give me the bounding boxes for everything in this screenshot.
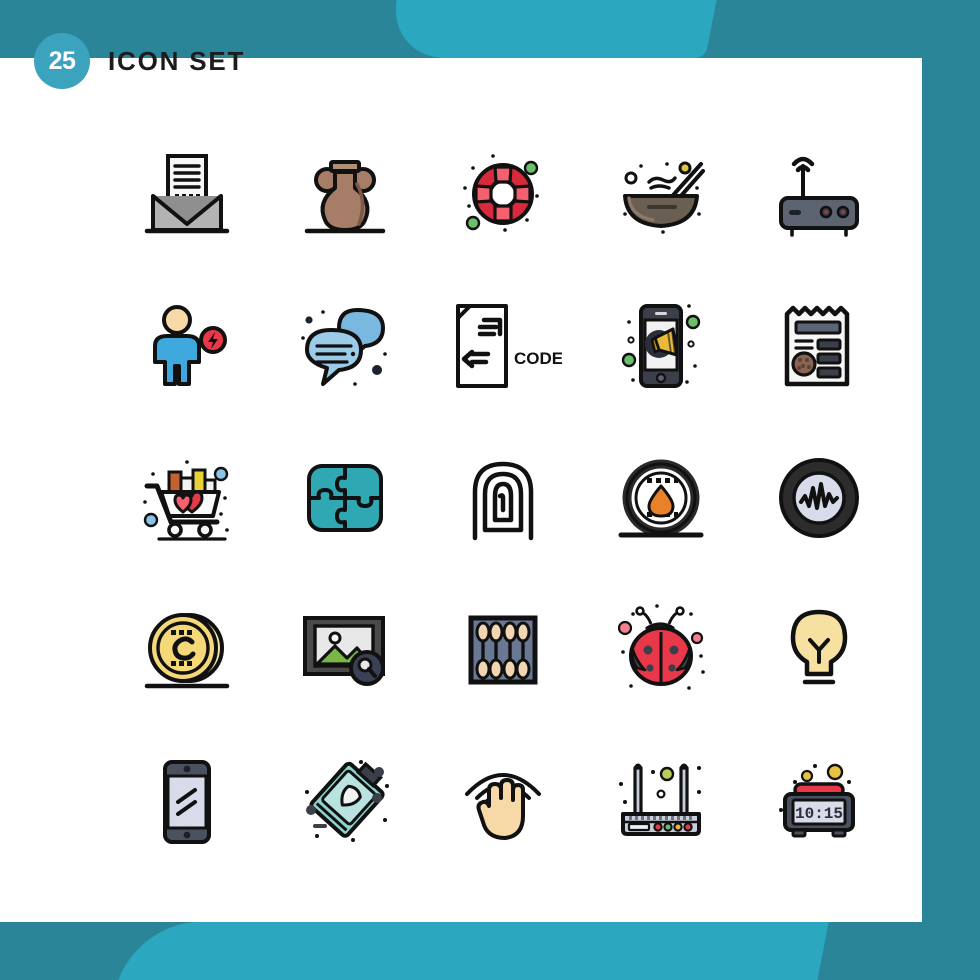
icon-cell-chat-bubbles[interactable] [266,270,424,422]
shopping-cart-love-icon [143,460,229,541]
code-file-label: CODE [514,349,562,368]
icon-cell-touch-gesture[interactable] [424,726,582,878]
icon-cell-mail-document[interactable] [108,118,266,270]
icon-cell-noodle-bowl[interactable] [582,118,740,270]
icon-cell-spiral-arch[interactable] [424,422,582,574]
page-header: 25 ICON SET [34,33,245,89]
icon-cell-wifi-modem[interactable] [582,726,740,878]
ladybug-icon [617,604,705,690]
icon-cell-digital-alarm-clock[interactable]: 10:15 [740,726,898,878]
noodle-bowl-icon [623,161,705,234]
icon-cell-oil-gauge[interactable] [582,422,740,574]
touch-gesture-icon [465,773,541,840]
icon-cell-toothpaste-tube[interactable] [266,726,424,878]
pulse-meter-icon [779,458,859,538]
wifi-router-icon [779,156,859,237]
clock-time-display: 10:15 [795,805,843,823]
code-file-icon: CODE [456,304,562,388]
wifi-modem-icon [619,763,701,836]
icon-set-page: 25 ICON SET CODE 10:15 [0,0,980,980]
icon-cell-smartphone[interactable] [108,726,266,878]
toothpaste-tube-icon [305,760,389,842]
copyright-coin-icon [144,613,230,689]
mobile-megaphone-icon [621,304,701,388]
icon-cell-ladybug[interactable] [582,574,740,726]
icon-cell-person-power[interactable] [108,270,266,422]
icon-grid: CODE 10:15 [108,118,898,878]
icon-cell-pulse-meter[interactable] [740,422,898,574]
icon-cell-amphora-vase[interactable] [266,118,424,270]
icon-cell-mobile-megaphone[interactable] [582,270,740,422]
smartphone-icon [163,760,211,844]
light-bulb-icon [790,609,848,685]
icon-cell-copyright-coin[interactable] [108,574,266,726]
icon-cell-light-bulb[interactable] [740,574,898,726]
chat-bubbles-icon [301,308,387,386]
digital-alarm-clock-icon: 10:15 [779,763,855,838]
puzzle-icon [307,464,383,532]
icon-cell-code-file[interactable]: CODE [424,270,582,422]
ribbon-top-accent [385,0,725,58]
page-title: ICON SET [108,45,246,76]
icon-count-badge: 25 [34,33,90,89]
oil-gauge-icon [618,459,704,538]
amphora-vase-icon [304,160,386,234]
mail-document-icon [144,154,230,234]
icon-cell-image-search[interactable] [266,574,424,726]
receipt-invoice-icon [784,305,850,387]
icon-cell-puzzle[interactable] [266,422,424,574]
icon-cell-lifebuoy[interactable] [424,118,582,270]
person-power-icon [153,305,227,386]
icon-cell-wifi-router[interactable] [740,118,898,270]
ribbon-bottom-accent [107,922,829,980]
icon-cell-receipt-invoice[interactable] [740,270,898,422]
lifebuoy-icon [463,154,539,232]
spiral-arch-icon [472,461,534,541]
icon-cell-spoon-tray[interactable] [424,574,582,726]
image-search-icon [303,616,385,686]
spoon-tray-icon [468,615,538,685]
icon-cell-shopping-cart-love[interactable] [108,422,266,574]
